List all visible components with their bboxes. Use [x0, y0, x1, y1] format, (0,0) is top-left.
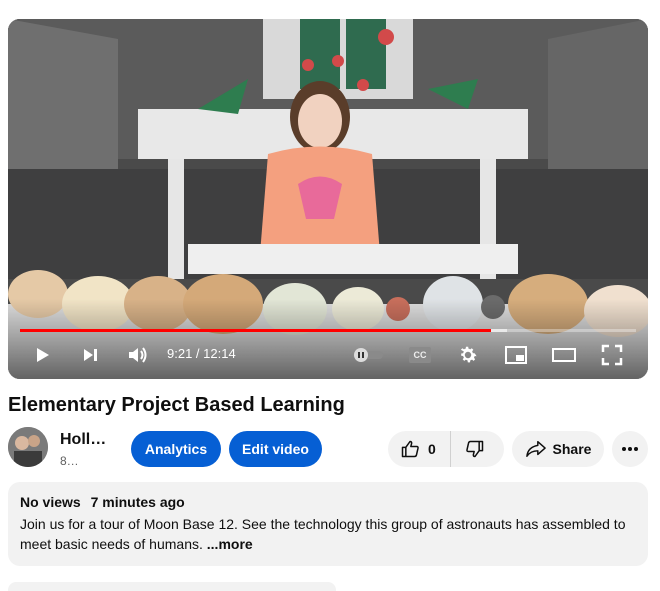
- miniplayer-button[interactable]: [502, 341, 530, 369]
- subscriber-count: 8…: [60, 454, 79, 468]
- play-button[interactable]: [28, 341, 56, 369]
- share-icon: [525, 441, 546, 457]
- like-dislike-group: 0: [388, 431, 504, 467]
- description-text: Join us for a tour of Moon Base 12. See …: [20, 516, 626, 552]
- description-text-wrap: Join us for a tour of Moon Base 12. See …: [20, 514, 636, 554]
- more-horizontal-icon: [622, 447, 638, 451]
- autoplay-toggle[interactable]: [350, 341, 386, 369]
- like-button[interactable]: 0: [388, 431, 451, 467]
- miniplayer-icon: [505, 346, 527, 364]
- publish-time: 7 minutes ago: [90, 494, 185, 510]
- description-meta: No views 7 minutes ago: [20, 494, 636, 510]
- next-icon: [84, 349, 97, 361]
- progress-played: [20, 329, 492, 332]
- more-link[interactable]: ...more: [207, 536, 253, 552]
- share-label: Share: [552, 441, 592, 457]
- volume-icon: [129, 347, 147, 363]
- edit-video-button[interactable]: Edit video: [229, 431, 322, 467]
- dislike-button[interactable]: [451, 431, 485, 467]
- play-icon: [37, 348, 49, 362]
- fullscreen-button[interactable]: [598, 341, 626, 369]
- video-title: Elementary Project Based Learning: [8, 394, 345, 416]
- time-display: 9:21 / 12:14: [167, 346, 236, 361]
- thumbs-down-icon: [465, 440, 484, 458]
- theater-mode-button[interactable]: [550, 341, 578, 369]
- next-button[interactable]: [76, 341, 104, 369]
- captions-label: CC: [413, 350, 427, 360]
- more-actions-button[interactable]: [612, 431, 648, 467]
- like-count: 0: [428, 441, 436, 457]
- avatar[interactable]: [8, 427, 48, 467]
- share-button[interactable]: Share: [512, 431, 604, 467]
- progress-bar[interactable]: [20, 329, 636, 332]
- thumbs-up-icon: [401, 440, 419, 458]
- video-player[interactable]: 9:21 / 12:14 CC: [8, 19, 648, 379]
- avatar-image: [8, 427, 48, 467]
- channel-name[interactable]: Holly E: [60, 431, 108, 449]
- autoplay-toggle-icon: [353, 348, 383, 362]
- description-box[interactable]: No views 7 minutes ago Join us for a tou…: [8, 482, 648, 566]
- theater-mode-icon: [552, 348, 576, 362]
- fullscreen-icon: [601, 344, 623, 366]
- analytics-button[interactable]: Analytics: [131, 431, 221, 467]
- volume-button[interactable]: [124, 341, 152, 369]
- gear-icon: [460, 346, 477, 363]
- view-count: No views: [20, 494, 81, 510]
- settings-button[interactable]: [454, 341, 482, 369]
- comments-teaser[interactable]: [8, 582, 336, 591]
- captions-button[interactable]: CC: [407, 341, 433, 369]
